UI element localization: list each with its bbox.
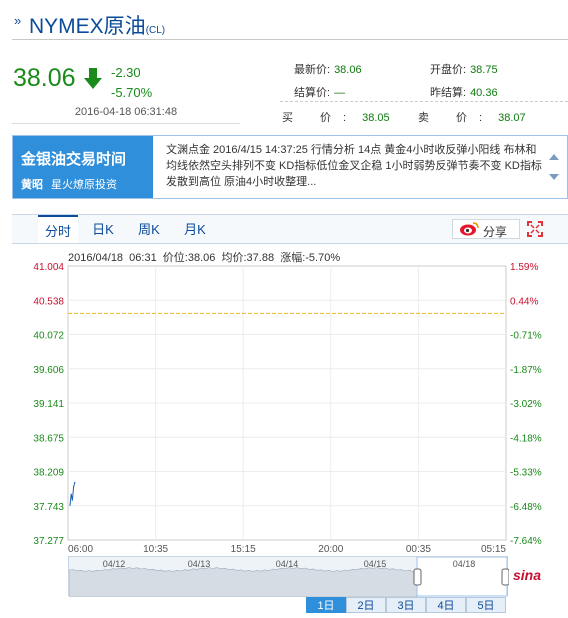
navigator-area	[68, 567, 418, 598]
x-tick-label: 05:15	[481, 544, 506, 555]
navigator-handle-right	[501, 568, 510, 586]
y-tick-label-left: 39.606	[33, 365, 64, 376]
y-tick-label-left: 40.072	[33, 331, 64, 342]
y-tick-label-right: -4.18%	[510, 433, 542, 444]
sina-logo: sina	[513, 567, 542, 583]
y-tick-label-left: 37.277	[33, 536, 64, 547]
y-tick-label-right: -0.71%	[510, 331, 542, 342]
price-line	[69, 482, 76, 506]
y-tick-label-right: -5.33%	[510, 468, 542, 479]
y-tick-label-left: 37.743	[33, 502, 64, 513]
y-tick-label-left: 41.004	[33, 262, 64, 273]
price-point	[71, 499, 73, 501]
x-tick-label: 20:00	[318, 544, 343, 555]
navigator-date-label: 04/12	[103, 559, 126, 569]
navigator-date-label: 04/14	[276, 559, 299, 569]
range-4d[interactable]: 4日	[426, 597, 466, 613]
price-point	[74, 481, 76, 484]
y-tick-label-right: -1.87%	[510, 365, 542, 376]
x-tick-label: 10:35	[143, 544, 168, 555]
y-tick-label-left: 38.675	[33, 433, 64, 444]
y-tick-label-right: -7.64%	[510, 536, 542, 547]
y-tick-label-right: -3.02%	[510, 399, 542, 410]
navigator-date-label: 04/13	[188, 559, 211, 569]
navigator-handle-left	[413, 568, 422, 586]
navigator-chart: 04/12 04/13 04/14 04/15 04/18	[68, 556, 510, 598]
navigator-date-label: 04/18	[453, 559, 476, 569]
y-tick-label-right: -6.48%	[510, 502, 542, 513]
x-tick-label: 00:35	[406, 544, 431, 555]
y-tick-label-right: 1.59%	[510, 262, 538, 273]
x-tick-label: 06:00	[68, 544, 93, 555]
navigator-date-label: 04/15	[364, 559, 387, 569]
range-5d[interactable]: 5日	[466, 597, 506, 613]
price-point	[69, 504, 71, 506]
range-1d[interactable]: 1日	[306, 597, 346, 613]
intraday-chart: 41.004 1.59% 40.538 0.44% 40.072 -0.71% 39.606…	[33, 262, 542, 555]
y-tick-label-right: 0.44%	[510, 296, 538, 307]
range-navigator[interactable]: 04/12 04/13 04/14 04/15 04/18	[68, 556, 510, 598]
price-point	[73, 486, 75, 488]
y-tick-label-left: 38.209	[33, 468, 64, 479]
y-tick-label-left: 39.141	[33, 399, 64, 410]
x-tick-label: 15:15	[231, 544, 256, 555]
range-2d[interactable]: 2日	[346, 597, 386, 613]
y-tick-label-left: 40.538	[33, 296, 64, 307]
price-point	[70, 493, 72, 495]
range-3d[interactable]: 3日	[386, 597, 426, 613]
